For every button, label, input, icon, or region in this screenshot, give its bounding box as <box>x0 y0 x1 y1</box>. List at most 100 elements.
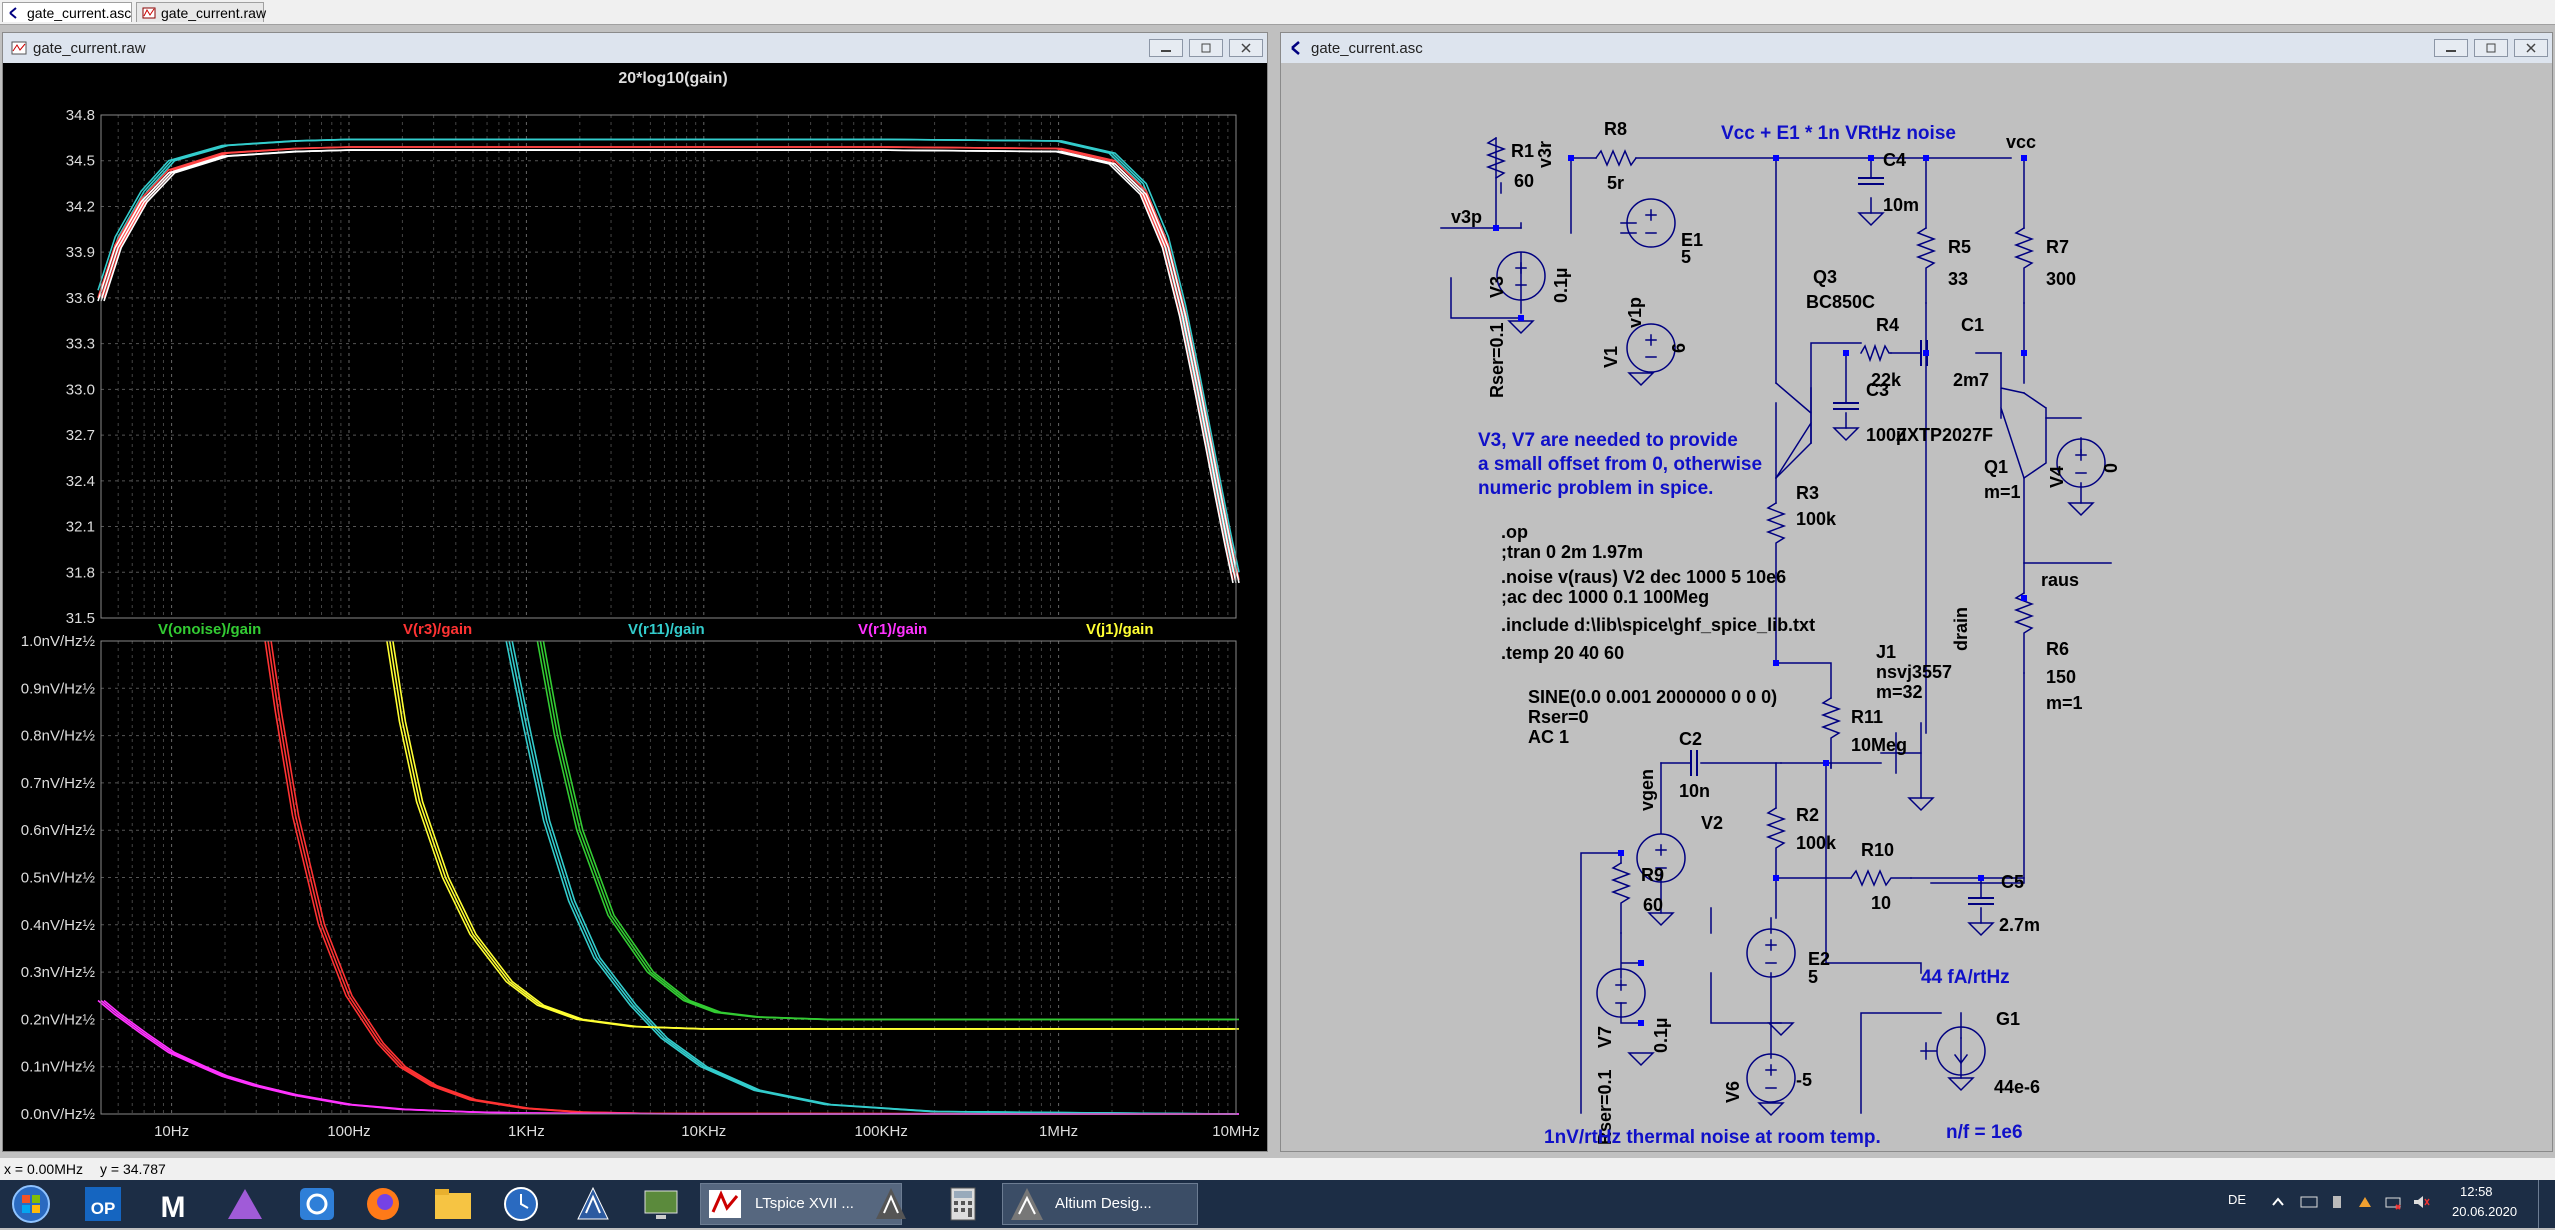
label-c1-value[interactable]: 2m7 <box>1953 370 1989 390</box>
battery-icon[interactable] <box>2356 1194 2374 1210</box>
label-v7-value[interactable]: 0.1µ <box>1651 1018 1671 1053</box>
legend-r1[interactable]: V(r1)/gain <box>858 621 927 638</box>
label-r6-value[interactable]: 150 <box>2046 667 2076 687</box>
comment-vcc-noise[interactable]: Vcc + E1 * 1n VRtHz noise <box>1721 123 1956 144</box>
label-r3[interactable]: R3 <box>1796 483 1819 503</box>
label-q3[interactable]: Q3 <box>1813 267 1837 287</box>
minimize-button[interactable] <box>2434 39 2468 57</box>
label-r10-value[interactable]: 10 <box>1871 893 1891 913</box>
label-v3r[interactable]: v3r <box>1535 141 1555 168</box>
comment-thermal-noise[interactable]: 1nV/rtHz thermal noise at room temp. <box>1544 1127 1881 1148</box>
restore-button[interactable] <box>1189 39 1223 57</box>
taskbar-explorer[interactable] <box>430 1183 476 1225</box>
label-r5-value[interactable]: 33 <box>1948 269 1968 289</box>
label-e2[interactable]: E2 <box>1808 949 1830 969</box>
taskbar-altium-alt[interactable] <box>868 1183 914 1225</box>
label-r9-value[interactable]: 60 <box>1643 895 1663 915</box>
close-button[interactable] <box>2514 39 2548 57</box>
label-v6[interactable]: V6 <box>1723 1081 1743 1103</box>
label-v1[interactable]: V1 <box>1601 346 1621 368</box>
label-r3-value[interactable]: 100k <box>1796 509 1837 529</box>
label-r8[interactable]: R8 <box>1604 119 1627 139</box>
label-r1[interactable]: R1 <box>1511 141 1534 161</box>
start-button[interactable] <box>6 1183 56 1225</box>
label-e2-value[interactable]: 5 <box>1808 967 1818 987</box>
label-q1[interactable]: Q1 <box>1984 457 2008 477</box>
label-r6[interactable]: R6 <box>2046 639 2069 659</box>
taskbar-m[interactable]: M <box>150 1183 196 1225</box>
label-c1[interactable]: C1 <box>1961 315 1984 335</box>
label-e1-value[interactable]: 5 <box>1681 247 1691 267</box>
label-r4[interactable]: R4 <box>1876 315 1899 335</box>
input-language[interactable]: DE <box>2228 1192 2246 1207</box>
label-c4-value[interactable]: 10m <box>1883 195 1919 215</box>
directive-tran[interactable]: ;tran 0 2m 1.97m <box>1501 542 1643 562</box>
label-j1-m[interactable]: m=32 <box>1876 682 1923 702</box>
label-r2-value[interactable]: 100k <box>1796 833 1837 853</box>
close-button[interactable] <box>1229 39 1263 57</box>
taskbar-sync[interactable] <box>294 1183 340 1225</box>
label-r7[interactable]: R7 <box>2046 237 2069 257</box>
label-r10[interactable]: R10 <box>1861 840 1894 860</box>
label-r11-value[interactable]: 10Meg <box>1851 735 1907 755</box>
waveform-window-titlebar[interactable]: gate_current.raw <box>3 33 1267 63</box>
label-c3[interactable]: C3 <box>1866 380 1889 400</box>
show-desktop-button[interactable] <box>2538 1180 2555 1228</box>
label-raus[interactable]: raus <box>2041 570 2079 590</box>
label-r11[interactable]: R11 <box>1851 707 1883 727</box>
label-v1p[interactable]: v1p <box>1625 297 1645 328</box>
taskbar-clock-app[interactable] <box>498 1183 544 1225</box>
show-hidden-icons-icon[interactable] <box>2270 1194 2286 1210</box>
label-j1-value[interactable]: nsvj3557 <box>1876 662 1952 682</box>
legend-onoise[interactable]: V(onoise)/gain <box>158 621 261 638</box>
label-v3p[interactable]: v3p <box>1451 207 1482 227</box>
label-v4[interactable]: V4 <box>2047 466 2067 488</box>
label-c5[interactable]: C5 <box>2001 872 2024 892</box>
label-r7-value[interactable]: 300 <box>2046 269 2076 289</box>
legend-j1[interactable]: V(j1)/gain <box>1086 621 1154 638</box>
label-r6-m[interactable]: m=1 <box>2046 693 2083 713</box>
label-v6-value[interactable]: -5 <box>1796 1070 1812 1090</box>
comment-note-1[interactable]: V3, V7 are needed to provide <box>1478 430 1738 451</box>
tab-waveform[interactable]: gate_current.raw <box>136 2 266 22</box>
label-zxtp2027f[interactable]: ZXTP2027F <box>1896 425 1993 445</box>
taskbar-affinity[interactable] <box>222 1183 268 1225</box>
label-g1[interactable]: G1 <box>1996 1009 2020 1029</box>
taskbar-calculator[interactable] <box>940 1183 986 1225</box>
label-r5[interactable]: R5 <box>1948 237 1971 257</box>
plot-area[interactable]: 20*log10(gain) 34.8 34.5 34.2 33.9 33.6 33.3 3… <box>3 63 1267 1151</box>
label-q1-m[interactable]: m=1 <box>1984 482 2021 502</box>
taskbar-altium-designer-window[interactable]: Altium Desig... <box>1002 1183 1198 1225</box>
comment-note-3[interactable]: numeric problem in spice. <box>1478 478 1713 499</box>
schematic-drawing[interactable]: R1 60 v3r v3p V3 0.1µ Rser=0.1 E1 5 v1p … <box>1281 63 2552 1151</box>
label-c4[interactable]: C4 <box>1883 150 1906 170</box>
label-v3-value[interactable]: 0.1µ <box>1551 268 1571 303</box>
label-q3-value[interactable]: BC850C <box>1806 292 1875 312</box>
directive-include[interactable]: .include d:\lib\spice\ghf_spice_lib.txt <box>1501 615 1815 635</box>
label-vcc[interactable]: vcc <box>2006 132 2036 152</box>
label-vgen[interactable]: vgen <box>1637 769 1657 811</box>
label-v1-value[interactable]: 6 <box>1669 343 1689 353</box>
comment-note-2[interactable]: a small offset from 0, otherwise <box>1478 454 1762 475</box>
label-r8-value[interactable]: 5r <box>1607 173 1624 193</box>
v2-rser[interactable]: Rser=0 <box>1528 707 1589 727</box>
legend-r11[interactable]: V(r11)/gain <box>628 621 705 638</box>
safely-remove-icon[interactable] <box>2328 1194 2346 1210</box>
taskbar-altium-designer[interactable] <box>570 1183 616 1225</box>
tray-date[interactable]: 20.06.2020 <box>2452 1204 2517 1219</box>
label-v3[interactable]: V3 <box>1487 276 1507 298</box>
label-v7[interactable]: V7 <box>1595 1026 1615 1048</box>
network-icon[interactable] <box>2384 1194 2402 1210</box>
v2-sine-spec[interactable]: SINE(0.0 0.001 2000000 0 0 0) <box>1528 687 1777 707</box>
taskbar-op[interactable]: OP <box>80 1183 126 1225</box>
label-c2-value[interactable]: 10n <box>1679 781 1710 801</box>
label-j1[interactable]: J1 <box>1876 642 1896 662</box>
volume-icon[interactable] <box>2412 1194 2430 1210</box>
tab-schematic[interactable]: gate_current.asc <box>2 2 132 22</box>
label-drain[interactable]: drain <box>1951 607 1971 651</box>
legend-r3[interactable]: V(r3)/gain <box>403 621 472 638</box>
keyboard-icon[interactable] <box>2300 1194 2318 1210</box>
label-v2[interactable]: V2 <box>1701 813 1723 833</box>
tray-time[interactable]: 12:58 <box>2460 1184 2493 1199</box>
directive-temp[interactable]: .temp 20 40 60 <box>1501 643 1624 663</box>
